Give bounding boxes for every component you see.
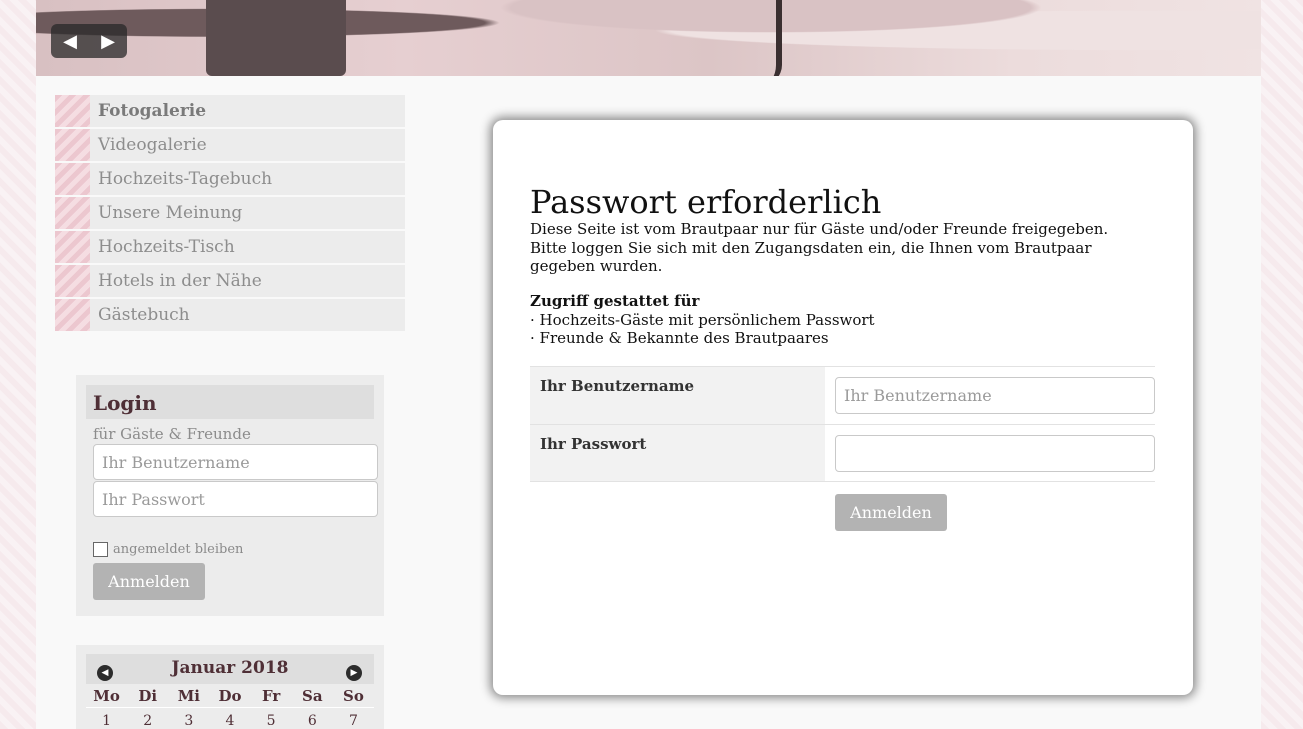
nav-item-hochzeits-tagebuch[interactable]: Hochzeits-Tagebuch (55, 163, 405, 195)
banner-decor-strap (756, 0, 782, 76)
nav-item-label: Fotogalerie (98, 101, 207, 121)
sidebar-login-button[interactable]: Anmelden (93, 563, 205, 600)
sidebar-password-input[interactable] (93, 481, 378, 517)
sidebar-login-box: Login für Gäste & Freunde angemeldet ble… (76, 375, 384, 616)
page-container: ◀ ▶ Fotogalerie Videogalerie Hochzeits-T… (36, 0, 1261, 729)
remember-me-checkbox[interactable] (93, 542, 108, 557)
calendar-date[interactable]: 1 (86, 713, 127, 729)
slider-controls: ◀ ▶ (51, 24, 127, 58)
calendar-weekday: Sa (301, 687, 323, 705)
password-field-cell (825, 425, 1155, 481)
nav-item-decoration (55, 163, 90, 195)
form-row-username: Ihr Benutzername (530, 366, 1155, 424)
nav-item-hotels[interactable]: Hotels in der Nähe (55, 265, 405, 297)
nav-item-decoration (55, 231, 90, 263)
login-submit-button[interactable]: Anmelden (835, 494, 947, 531)
password-input[interactable] (835, 435, 1155, 472)
page-background-right (1261, 0, 1303, 729)
nav-item-videogalerie[interactable]: Videogalerie (55, 129, 405, 161)
sidebar-login-title: Login (86, 385, 374, 419)
nav-item-label: Gästebuch (98, 305, 190, 325)
calendar-header: Januar 2018 ◀ ▶ (86, 654, 374, 684)
slider-prev-icon[interactable]: ◀ (63, 31, 77, 52)
access-title: Zugriff gestattet für (530, 292, 700, 310)
nav-item-decoration (55, 299, 90, 331)
calendar-dates-row: 1 2 3 4 5 6 7 (86, 713, 374, 729)
nav-item-gaestebuch[interactable]: Gästebuch (55, 299, 405, 331)
banner-decor-box (206, 0, 346, 76)
calendar-date[interactable]: 4 (209, 713, 250, 729)
main-nav: Fotogalerie Videogalerie Hochzeits-Tageb… (55, 95, 405, 333)
nav-item-label: Unsere Meinung (98, 203, 243, 223)
password-required-card: Passwort erforderlich Diese Seite ist vo… (493, 120, 1193, 695)
calendar-weekdays: Mo Di Mi Do Fr Sa So (86, 687, 374, 705)
nav-item-label: Hochzeits-Tisch (98, 237, 235, 257)
page-background-left (0, 0, 36, 729)
page-title: Passwort erforderlich (530, 183, 882, 221)
nav-item-hochzeits-tisch[interactable]: Hochzeits-Tisch (55, 231, 405, 263)
sidebar-login-subtitle: für Gäste & Freunde (93, 425, 251, 443)
calendar-month-title: Januar 2018 (171, 658, 289, 678)
intro-text: Diese Seite ist vom Brautpaar nur für Gä… (530, 220, 1109, 275)
calendar-date[interactable]: 5 (251, 713, 292, 729)
nav-item-decoration (55, 129, 90, 161)
nav-item-fotogalerie[interactable]: Fotogalerie (55, 95, 405, 127)
nav-item-label: Videogalerie (98, 135, 207, 155)
nav-item-unsere-meinung[interactable]: Unsere Meinung (55, 197, 405, 229)
calendar-weekday: So (342, 687, 364, 705)
calendar-prev-icon[interactable]: ◀ (97, 665, 113, 681)
nav-item-label: Hochzeits-Tagebuch (98, 169, 273, 189)
username-label: Ihr Benutzername (530, 367, 825, 424)
calendar-widget: Januar 2018 ◀ ▶ Mo Di Mi Do Fr Sa So 1 2… (76, 645, 384, 729)
calendar-date[interactable]: 7 (333, 713, 374, 729)
nav-item-decoration (55, 265, 90, 297)
access-item: · Hochzeits-Gäste mit persönlichem Passw… (530, 311, 875, 329)
login-form: Ihr Benutzername Ihr Passwort (530, 366, 1155, 482)
calendar-weekday: Do (218, 687, 242, 705)
calendar-date[interactable]: 3 (168, 713, 209, 729)
username-field-cell (825, 367, 1155, 424)
password-label: Ihr Passwort (530, 425, 825, 481)
form-row-password: Ihr Passwort (530, 424, 1155, 482)
access-item: · Freunde & Bekannte des Brautpaares (530, 329, 829, 347)
calendar-weekday: Mi (177, 687, 200, 705)
header-banner-image: ◀ ▶ (36, 0, 1261, 76)
calendar-divider (86, 707, 374, 708)
sidebar-username-input[interactable] (93, 444, 378, 480)
calendar-next-icon[interactable]: ▶ (346, 665, 362, 681)
calendar-weekday: Mo (93, 687, 120, 705)
calendar-weekday: Fr (261, 687, 281, 705)
calendar-date[interactable]: 2 (127, 713, 168, 729)
remember-me-label: angemeldet bleiben (113, 542, 244, 557)
nav-item-label: Hotels in der Nähe (98, 271, 262, 291)
remember-me: angemeldet bleiben (93, 542, 243, 557)
nav-item-decoration (55, 197, 90, 229)
slider-next-icon[interactable]: ▶ (101, 31, 115, 52)
username-input[interactable] (835, 377, 1155, 414)
calendar-date[interactable]: 6 (292, 713, 333, 729)
calendar-weekday: Di (138, 687, 158, 705)
nav-item-decoration (55, 95, 90, 127)
